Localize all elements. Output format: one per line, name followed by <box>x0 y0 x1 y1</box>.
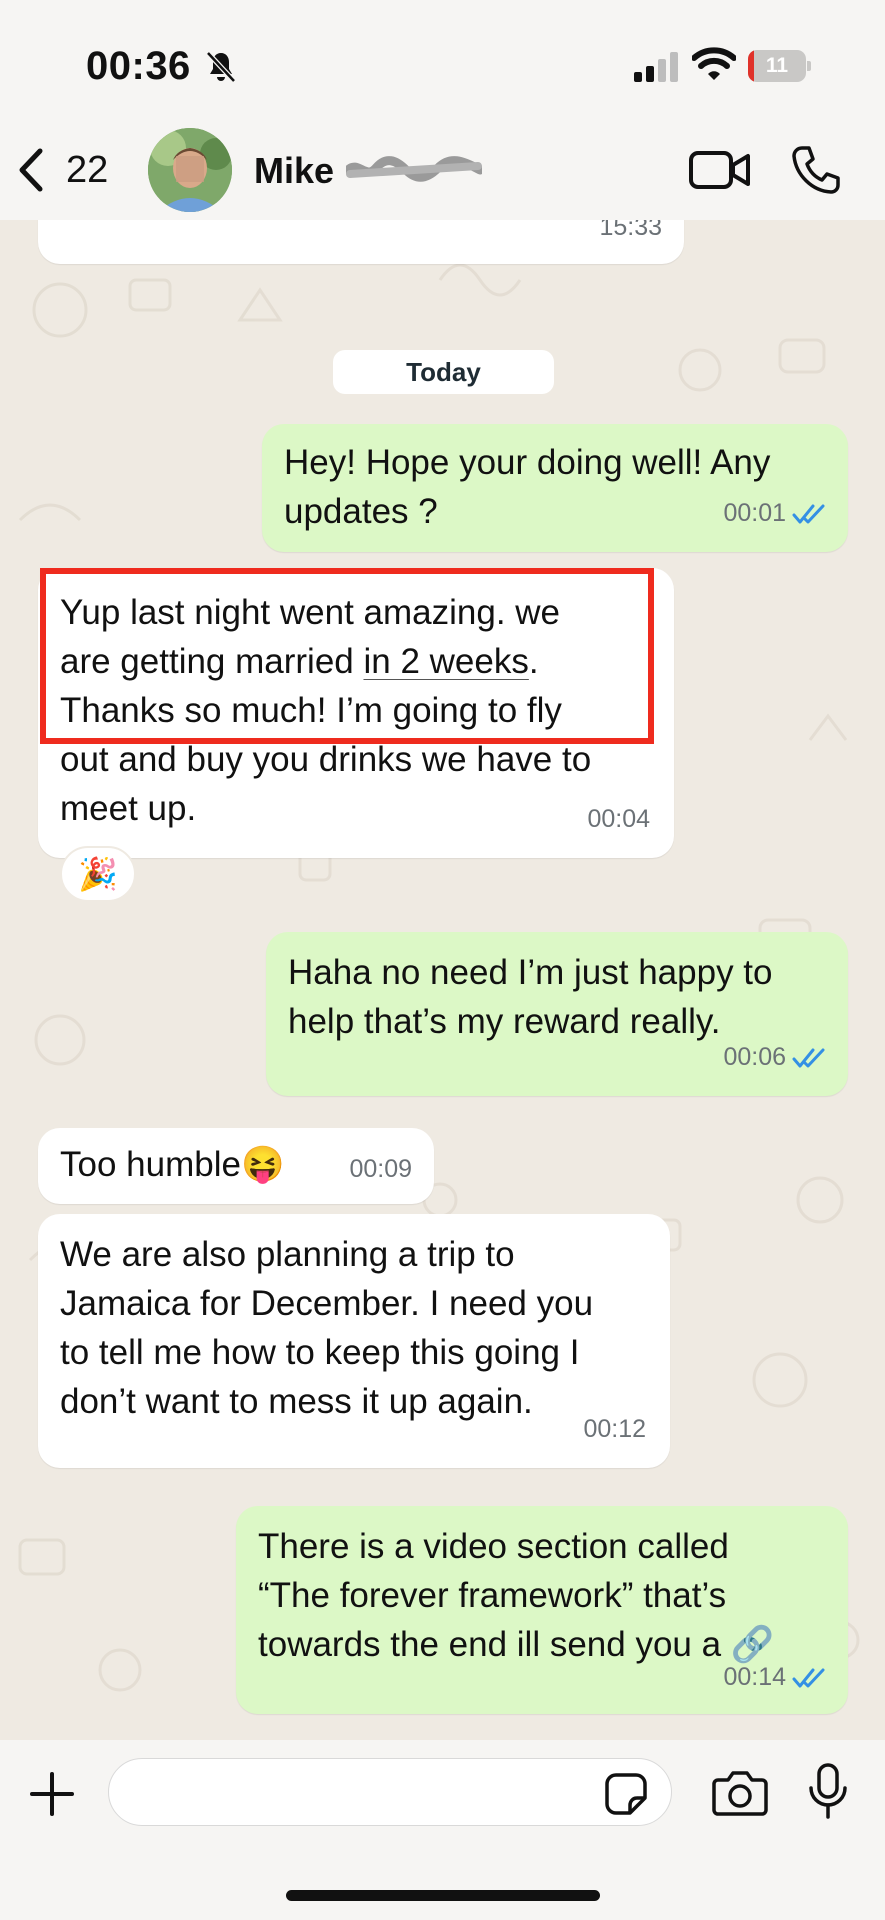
message-text: Haha no need I’m just happy to help that… <box>288 953 773 1041</box>
message-time: 00:14 <box>723 1663 786 1691</box>
back-button[interactable]: 22 <box>14 140 108 200</box>
status-time: 00:36 <box>86 44 191 88</box>
status-bar: 00:36 11 <box>0 0 885 120</box>
highlight-annotation-box <box>40 568 654 744</box>
camera-icon[interactable] <box>712 1768 768 1816</box>
bell-slash-icon <box>206 51 236 83</box>
message-time: 00:04 <box>587 805 650 833</box>
wifi-icon <box>692 47 736 80</box>
contact-name[interactable]: Mike <box>254 150 334 192</box>
message-time: 00:01 <box>723 499 786 527</box>
redacted-name-scribble <box>346 156 482 182</box>
outgoing-message[interactable]: There is a video section called “The for… <box>236 1506 848 1714</box>
previous-message-bubble[interactable]: 15:33 <box>38 220 684 264</box>
input-bar <box>0 1740 885 1920</box>
message-input[interactable] <box>108 1758 672 1826</box>
incoming-message[interactable]: Too humble😝 00:09 <box>38 1128 434 1204</box>
message-time: 15:33 <box>599 220 662 241</box>
message-meta: 00:01 <box>723 489 826 538</box>
message-meta: 00:06 <box>723 1033 826 1082</box>
message-text: There is a video section called “The for… <box>258 1527 775 1664</box>
microphone-icon[interactable] <box>808 1762 848 1820</box>
phone-icon[interactable] <box>790 144 842 196</box>
battery-level: 11 <box>765 54 789 77</box>
chevron-left-icon <box>19 148 43 192</box>
home-indicator <box>286 1890 600 1901</box>
outgoing-message[interactable]: Haha no need I’m just happy to help that… <box>266 932 848 1096</box>
read-receipt-icon <box>792 1668 825 1687</box>
message-time: 00:09 <box>349 1155 412 1183</box>
plus-icon[interactable] <box>28 1770 76 1818</box>
message-meta: 00:14 <box>723 1653 826 1702</box>
read-receipt-icon <box>792 1048 825 1067</box>
avatar[interactable] <box>148 128 232 212</box>
unread-count: 22 <box>66 148 109 191</box>
cellular-signal-icon <box>634 52 678 82</box>
reaction-badge[interactable]: 🎉 <box>60 846 136 902</box>
battery-icon: 11 <box>748 50 811 82</box>
outgoing-message[interactable]: Hey! Hope your doing well! Any updates ?… <box>262 424 848 552</box>
date-separator: Today <box>333 350 554 394</box>
chat-area[interactable]: 15:33 Today Hey! Hope your doing well! A… <box>0 220 885 1740</box>
video-call-icon[interactable] <box>688 148 752 192</box>
sticker-icon[interactable] <box>604 1772 648 1816</box>
message-time: 00:06 <box>723 1043 786 1071</box>
message-text: We are also planning a trip to Jamaica f… <box>60 1235 594 1421</box>
chat-header: 22 Mike <box>0 120 885 220</box>
incoming-message[interactable]: We are also planning a trip to Jamaica f… <box>38 1214 670 1468</box>
read-receipt-icon <box>792 504 825 523</box>
message-time: 00:12 <box>583 1415 646 1443</box>
